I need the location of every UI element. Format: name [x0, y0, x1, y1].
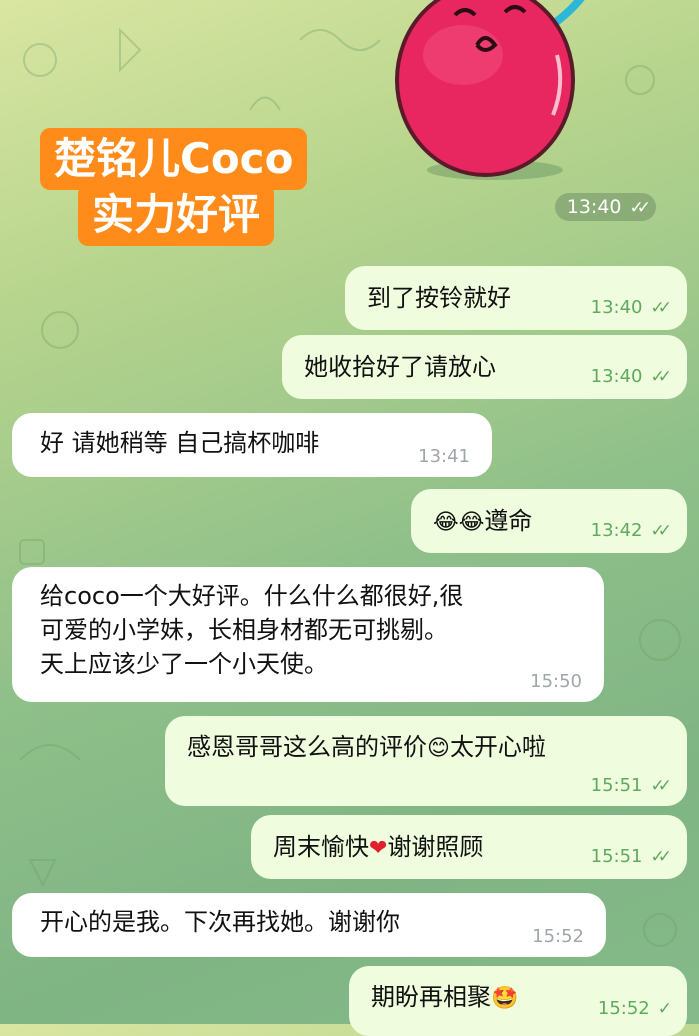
chat-screen: { "overlay": {"line1": "楚铭儿Coco", "line2… — [0, 0, 699, 1036]
message-time: 13:40 — [590, 366, 643, 387]
message-time: 13:42 — [590, 520, 643, 541]
review-overlay: 楚铭儿Coco 实力好评 — [40, 128, 308, 246]
sent-check-icon: ✓ — [657, 999, 673, 1019]
message-incoming[interactable]: 给coco一个大好评。什么什么都很好,很 可爱的小学妹，长相身材都无可挑剔。 天… — [12, 567, 604, 702]
message-text: 感恩哥哥这么高的评价 — [187, 733, 427, 761]
message-meta: 13:40 ✓✓ — [590, 297, 672, 318]
message-meta: 13:42 ✓✓ — [590, 520, 672, 541]
read-receipt-icon: ✓✓ — [650, 776, 672, 796]
message-text-wrap: 期盼再相聚🤩 — [371, 980, 518, 1016]
read-receipt-icon: ✓✓ — [650, 521, 672, 541]
message-time: 15:52 — [597, 998, 650, 1019]
message-text: 她收拾好了请放心 — [304, 353, 496, 381]
message-text-2: 太开心啦 — [449, 733, 546, 761]
message-outgoing[interactable]: 期盼再相聚🤩 15:52 ✓ — [349, 966, 687, 1036]
sticker-time: 13:40 — [566, 196, 622, 218]
message-text: 期盼再相聚 — [371, 983, 491, 1011]
read-receipt-icon: ✓✓ — [650, 298, 672, 318]
overlay-subtitle: 实力好评 — [78, 184, 275, 246]
message-time: 15:51 — [590, 775, 643, 796]
message-meta: 13:40 ✓✓ — [590, 366, 672, 387]
message-line: 给coco一个大好评。什么什么都很好,很 — [40, 582, 464, 610]
message-text: 开心的是我。下次再找她。谢谢你 — [40, 908, 400, 936]
message-text: 周末愉快 — [273, 833, 369, 861]
message-text-2: 谢谢照顾 — [387, 833, 484, 861]
message-line: 可爱的小学妹，长相身材都无可挑剔。 — [40, 616, 448, 644]
message-text: 到了按铃就好 — [367, 284, 511, 312]
read-receipt-icon: ✓✓ — [629, 198, 651, 218]
message-incoming[interactable]: 开心的是我。下次再找她。谢谢你 15:52 — [12, 893, 606, 957]
message-time: 15:51 — [590, 846, 643, 867]
message-text: 遵命 — [484, 507, 533, 535]
message-meta: 15:52 ✓ — [597, 998, 673, 1019]
message-text: 好 请她稍等 自己搞杯咖啡 — [40, 429, 320, 457]
message-time: 13:40 — [590, 297, 643, 318]
message-text-wrap: 周末愉快❤谢谢照顾 — [273, 830, 483, 866]
smiling-emoji-icon: 😊 — [427, 736, 450, 761]
message-outgoing[interactable]: 她收拾好了请放心 13:40 ✓✓ — [282, 335, 687, 399]
message-outgoing[interactable]: 感恩哥哥这么高的评价😊太开心啦 15:51 ✓✓ — [165, 716, 687, 806]
message-meta: 15:51 ✓✓ — [590, 846, 672, 867]
message-outgoing[interactable]: 周末愉快❤谢谢照顾 15:51 ✓✓ — [251, 815, 687, 879]
read-receipt-icon: ✓✓ — [650, 367, 672, 387]
message-text-wrap: 😂😂遵命 — [433, 504, 532, 540]
message-text-wrap: 感恩哥哥这么高的评价😊太开心啦 — [187, 730, 546, 766]
star-struck-emoji-icon: 🤩 — [491, 986, 519, 1011]
read-receipt-icon: ✓✓ — [650, 847, 672, 867]
sticker-image[interactable] — [385, 0, 595, 190]
message-meta: 15:51 ✓✓ — [590, 775, 672, 796]
message-time: 15:52 — [532, 926, 584, 947]
message-outgoing[interactable]: 到了按铃就好 13:40 ✓✓ — [345, 266, 687, 330]
sticker-timestamp: 13:40 ✓✓ — [554, 193, 656, 221]
message-time: 15:50 — [530, 671, 582, 692]
message-incoming[interactable]: 好 请她稍等 自己搞杯咖啡 13:41 — [12, 413, 492, 477]
heart-emoji-icon: ❤ — [369, 836, 388, 861]
laughing-emoji-icon: 😂😂 — [433, 510, 485, 535]
message-line: 天上应该少了一个小天使。 — [40, 650, 328, 678]
overlay-title: 楚铭儿Coco — [40, 128, 308, 190]
message-outgoing[interactable]: 😂😂遵命 13:42 ✓✓ — [411, 489, 687, 553]
message-time: 13:41 — [418, 446, 470, 467]
